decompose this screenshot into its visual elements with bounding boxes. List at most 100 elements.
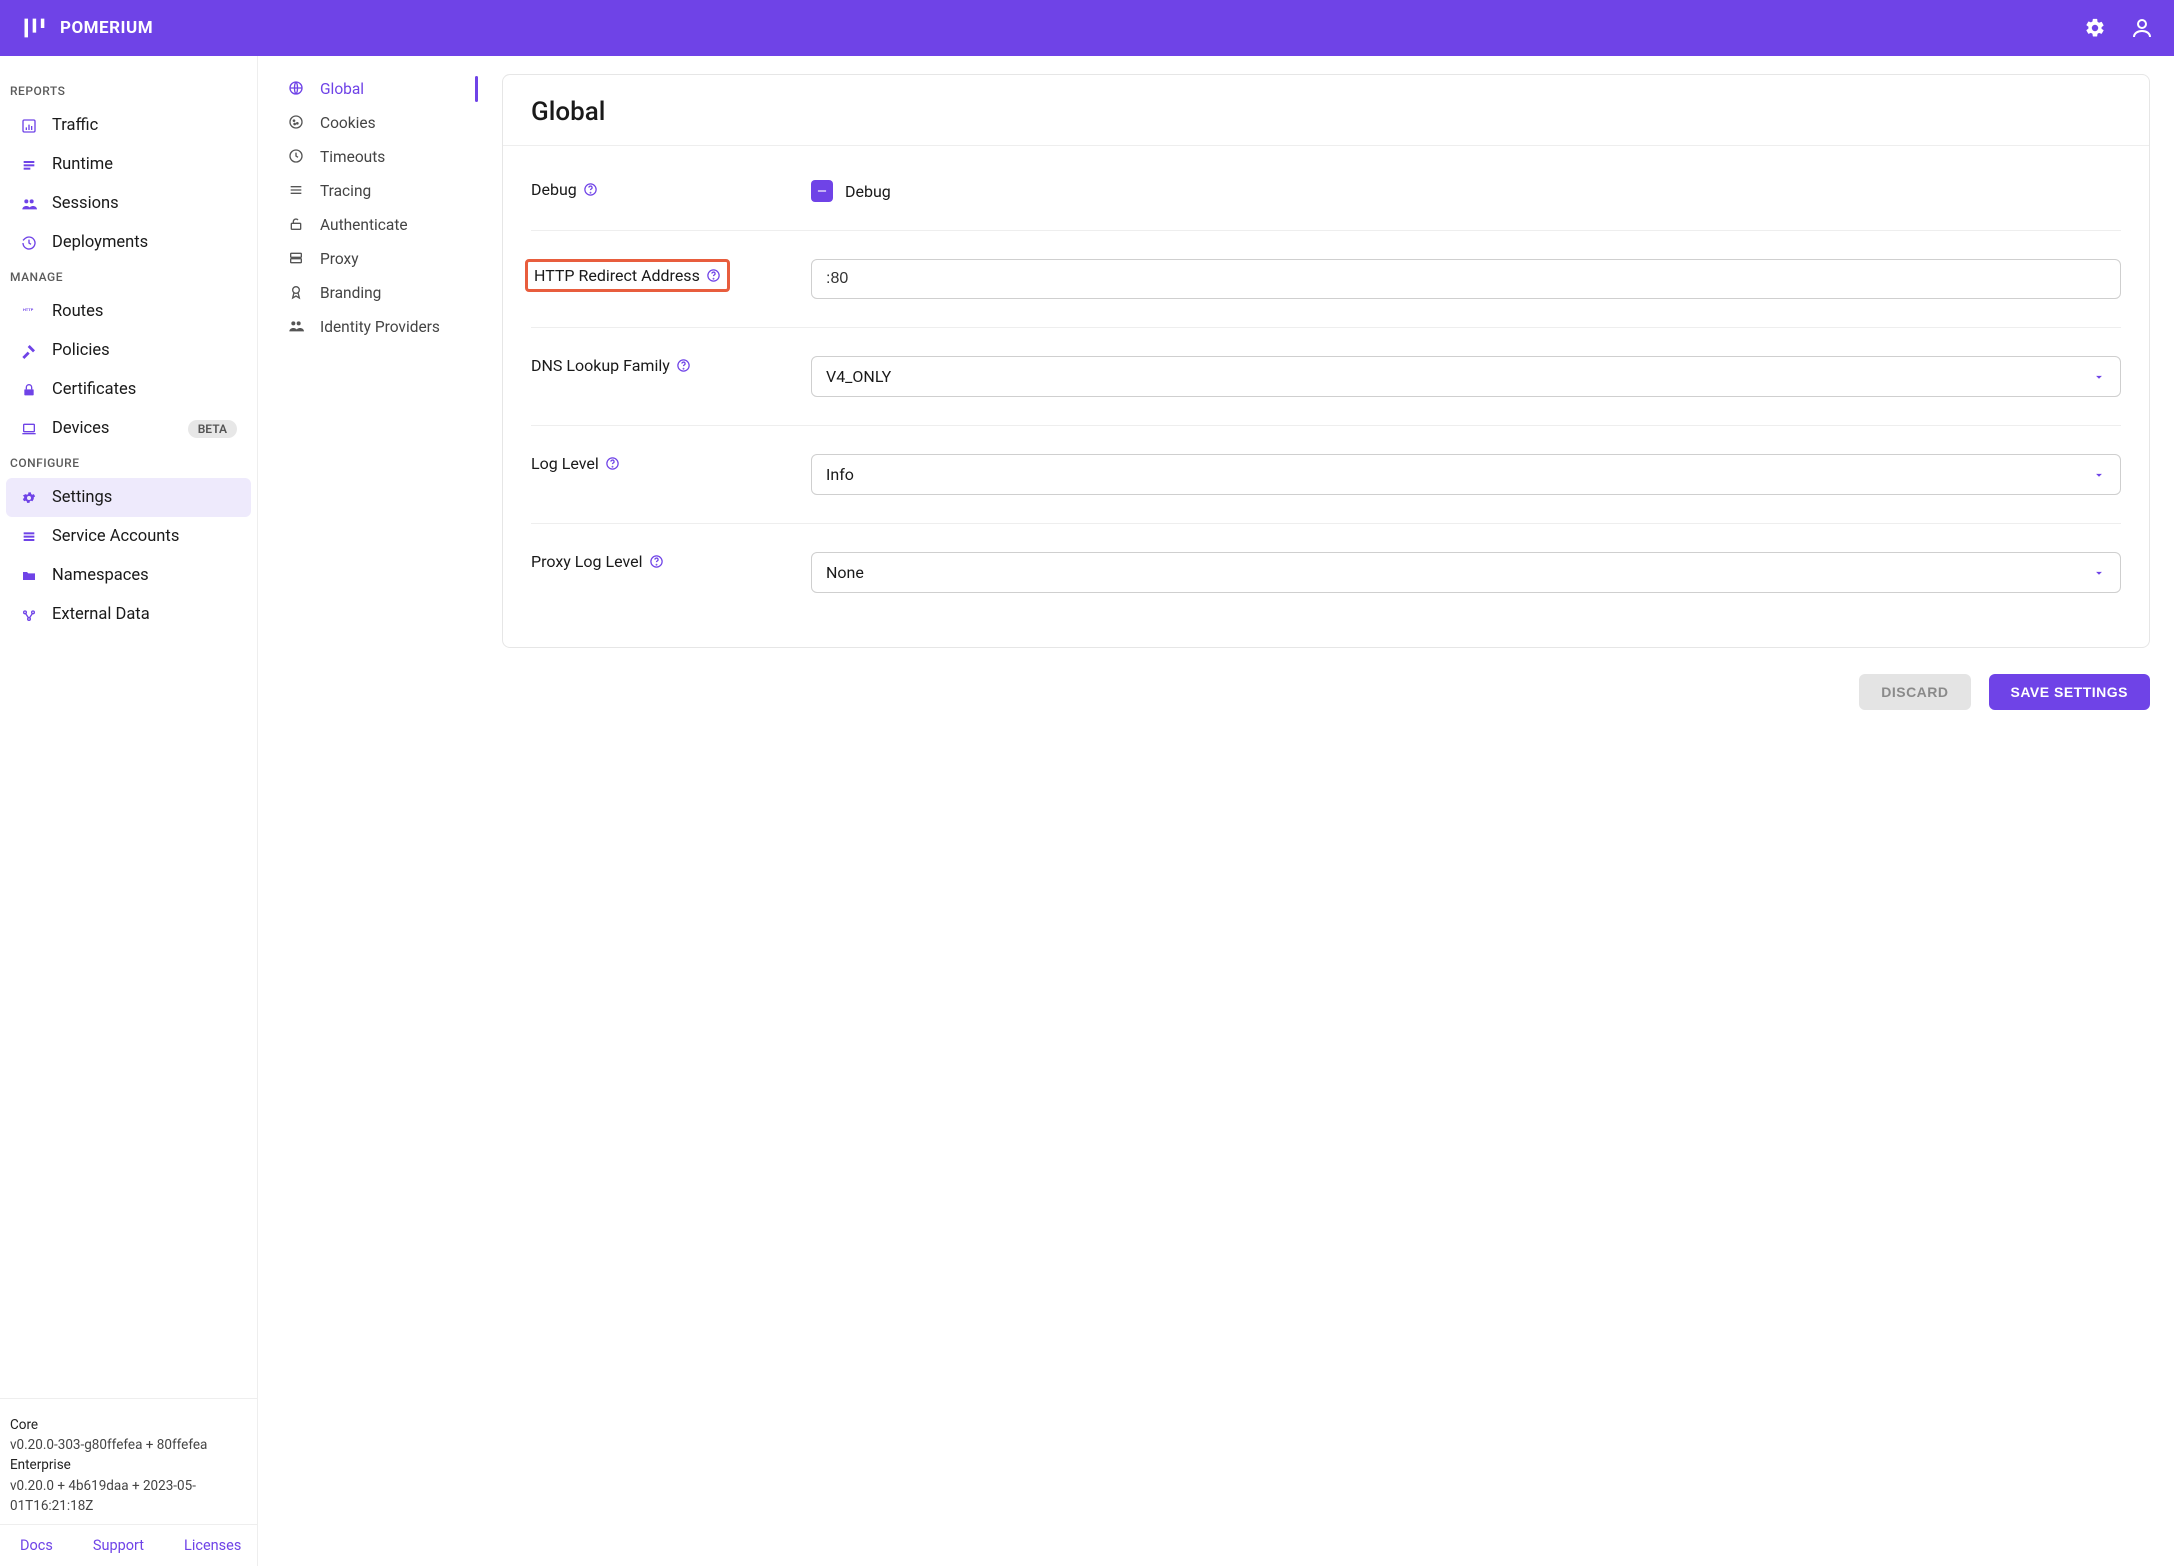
sidebar-item-devices[interactable]: Devices BETA — [6, 409, 251, 448]
proxy-log-level-value: None — [826, 563, 864, 582]
debug-checkbox-label: Debug — [845, 182, 891, 201]
subnav-item-idp[interactable]: Identity Providers — [278, 310, 470, 344]
app-header: POMERIUM — [0, 0, 2174, 56]
save-button[interactable]: SAVE SETTINGS — [1989, 674, 2150, 710]
version-panel: Core v0.20.0-303-g80ffefea + 80ffefea En… — [0, 1398, 257, 1524]
history-icon — [20, 234, 38, 252]
panel-title: Global — [531, 97, 2121, 127]
footer-licenses-link[interactable]: Licenses — [184, 1537, 241, 1554]
subnav-item-label: Cookies — [320, 114, 376, 132]
footer-docs-link[interactable]: Docs — [20, 1537, 53, 1554]
sidebar-item-policies[interactable]: Policies — [6, 331, 251, 370]
sidebar-item-service-accounts[interactable]: Service Accounts — [6, 517, 251, 556]
proxy-log-level-row: Proxy Log Level None — [531, 524, 2121, 621]
gear-icon[interactable] — [2084, 17, 2106, 39]
sidebar-item-label: External Data — [52, 605, 150, 624]
log-level-row: Log Level Info — [531, 426, 2121, 524]
chevron-down-icon — [2092, 468, 2106, 482]
debug-label: Debug — [531, 180, 577, 199]
subnav-item-label: Branding — [320, 284, 381, 302]
sidebar-item-namespaces[interactable]: Namespaces — [6, 556, 251, 595]
subnav-item-authenticate[interactable]: Authenticate — [278, 208, 470, 242]
cookie-icon — [288, 114, 306, 132]
clock-icon — [288, 148, 306, 166]
globe-icon — [288, 80, 306, 98]
subnav-item-label: Authenticate — [320, 216, 408, 234]
laptop-icon — [20, 420, 38, 438]
subnav-item-label: Proxy — [320, 250, 359, 268]
subnav-item-cookies[interactable]: Cookies — [278, 106, 470, 140]
subnav-item-tracing[interactable]: Tracing — [278, 174, 470, 208]
sidebar-section-title: MANAGE — [0, 262, 257, 292]
data-icon — [20, 606, 38, 624]
sidebar-item-traffic[interactable]: Traffic — [6, 106, 251, 145]
log-level-label: Log Level — [531, 454, 599, 473]
enterprise-version-label: Enterprise — [10, 1455, 247, 1475]
sidebar-section-title: CONFIGURE — [0, 448, 257, 478]
enterprise-version-value: v0.20.0 + 4b619daa + 2023-05-01T16:21:18… — [10, 1476, 247, 1517]
log-level-value: Info — [826, 465, 854, 484]
sidebar-item-settings[interactable]: Settings — [6, 478, 251, 517]
user-icon[interactable] — [2130, 16, 2154, 40]
sidebar-item-label: Policies — [52, 341, 110, 360]
sidebar-item-label: Namespaces — [52, 566, 149, 585]
discard-button[interactable]: DISCARD — [1859, 674, 1970, 710]
help-icon[interactable] — [605, 456, 620, 471]
sidebar-item-certificates[interactable]: Certificates — [6, 370, 251, 409]
chevron-down-icon — [2092, 566, 2106, 580]
settings-subnav: Global Cookies Timeouts Tracing Authenticate… — [258, 56, 478, 1566]
lock-icon — [20, 381, 38, 399]
brand-name: POMERIUM — [60, 18, 153, 38]
dns-value: V4_ONLY — [826, 367, 891, 386]
http-redirect-label: HTTP Redirect Address — [534, 266, 700, 285]
content-area: Global Debug Deb — [478, 56, 2174, 1566]
dns-label: DNS Lookup Family — [531, 356, 670, 375]
dns-row: DNS Lookup Family V4_ONLY — [531, 328, 2121, 426]
badge: BETA — [188, 420, 237, 438]
folder-icon — [20, 567, 38, 585]
core-version-value: v0.20.0-303-g80ffefea + 80ffefea — [10, 1435, 247, 1455]
subnav-item-branding[interactable]: Branding — [278, 276, 470, 310]
subnav-item-label: Global — [320, 80, 364, 98]
list-icon — [20, 528, 38, 546]
help-icon[interactable] — [649, 554, 664, 569]
sidebar-item-sessions[interactable]: Sessions — [6, 184, 251, 223]
sidebar-item-label: Runtime — [52, 155, 113, 174]
http-redirect-row: HTTP Redirect Address — [531, 231, 2121, 328]
sidebar-item-runtime[interactable]: Runtime — [6, 145, 251, 184]
people-icon — [288, 318, 306, 336]
sidebar-item-external-data[interactable]: External Data — [6, 595, 251, 634]
chevron-down-icon — [2092, 370, 2106, 384]
sidebar-item-label: Service Accounts — [52, 527, 179, 546]
help-icon[interactable] — [706, 268, 721, 283]
core-version-label: Core — [10, 1415, 247, 1435]
subnav-item-global[interactable]: Global — [278, 72, 470, 106]
subnav-item-label: Identity Providers — [320, 318, 440, 336]
help-icon[interactable] — [676, 358, 691, 373]
subnav-item-proxy[interactable]: Proxy — [278, 242, 470, 276]
gavel-icon — [20, 342, 38, 360]
svg-text:HTTP: HTTP — [23, 307, 34, 312]
subnav-item-timeouts[interactable]: Timeouts — [278, 140, 470, 174]
subnav-item-label: Timeouts — [320, 148, 385, 166]
http-redirect-input[interactable] — [811, 259, 2121, 299]
debug-row: Debug Debug — [531, 152, 2121, 231]
sidebar-item-routes[interactable]: HTTPRoutes — [6, 292, 251, 331]
footer-support-link[interactable]: Support — [93, 1537, 144, 1554]
sidebar-item-deployments[interactable]: Deployments — [6, 223, 251, 262]
footer-links: Docs Support Licenses — [0, 1524, 257, 1566]
lines-icon — [288, 182, 306, 200]
log-level-select[interactable]: Info — [811, 454, 2121, 495]
lock-open-icon — [288, 216, 306, 234]
people-icon — [20, 195, 38, 213]
sidebar-item-label: Traffic — [52, 116, 98, 135]
debug-checkbox[interactable] — [811, 180, 833, 202]
sidebar-item-label: Devices — [52, 419, 109, 438]
sidebar-item-label: Deployments — [52, 233, 148, 252]
proxy-log-level-label: Proxy Log Level — [531, 552, 643, 571]
proxy-log-level-select[interactable]: None — [811, 552, 2121, 593]
help-icon[interactable] — [583, 182, 598, 197]
ribbon-icon — [288, 284, 306, 302]
sidebar-section-title: REPORTS — [0, 76, 257, 106]
dns-select[interactable]: V4_ONLY — [811, 356, 2121, 397]
